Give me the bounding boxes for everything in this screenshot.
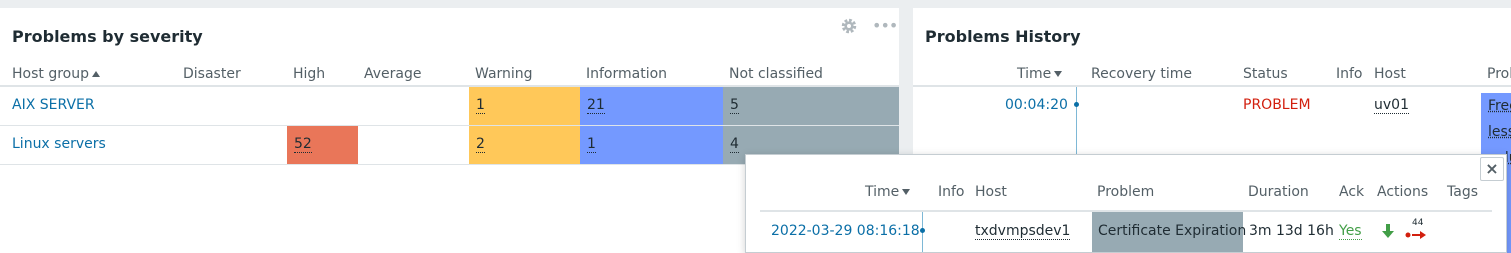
action-arrow-icon	[1405, 231, 1426, 239]
dashboard-top-strip	[0, 0, 1511, 8]
more-dots-icon[interactable]: •••	[872, 16, 898, 35]
high-count-cell[interactable]: 52	[287, 126, 358, 164]
header-information: Information	[586, 66, 668, 82]
information-count-cell[interactable]: 1	[580, 126, 723, 164]
header-high: High	[293, 66, 326, 82]
status-badge: PROBLEM	[1243, 97, 1311, 113]
actions-icon[interactable]: 44	[1405, 219, 1431, 245]
popup-problem-cell[interactable]: Certificate Expiration	[1092, 212, 1247, 252]
popup-header-problem: Problem	[1097, 184, 1155, 200]
popup-problem-text: Certificate Expiration	[1098, 223, 1247, 239]
problem-text: less	[1488, 124, 1511, 140]
arrow-down-icon[interactable]	[1382, 224, 1394, 238]
popup-timeline-dot	[920, 228, 925, 233]
popup-time-link[interactable]: 2022-03-29 08:16:18	[771, 223, 920, 239]
host-group-link-linux[interactable]: Linux servers	[12, 136, 106, 152]
header-problem: Prol	[1487, 66, 1511, 82]
widget-title: Problems by severity	[12, 27, 203, 46]
popup-header-actions: Actions	[1377, 184, 1429, 200]
problem-time-link[interactable]: 00:04:20	[1005, 97, 1068, 113]
popup-host-link[interactable]: txdvmpsdev1	[975, 223, 1071, 240]
warning-count-cell[interactable]: 2	[469, 126, 580, 164]
popup-header-host: Host	[975, 184, 1007, 200]
popup-header-time[interactable]: Time	[865, 184, 911, 200]
widget-title: Problems History	[925, 27, 1081, 46]
header-host: Host	[1374, 66, 1406, 82]
header-status: Status	[1243, 66, 1288, 82]
sort-desc-icon	[1054, 71, 1063, 77]
popup-ack-link[interactable]: Yes	[1339, 223, 1362, 240]
gear-icon[interactable]	[840, 17, 858, 35]
sort-desc-icon	[902, 189, 911, 195]
host-link[interactable]: uv01	[1374, 97, 1409, 114]
problem-details-popup: × Time Info Host Problem Duration Ack Ac…	[745, 154, 1507, 253]
popup-header-tags: Tags	[1447, 184, 1478, 200]
not-classified-count-cell[interactable]: 5	[723, 87, 899, 125]
actions-count: 44	[1412, 218, 1424, 228]
header-time[interactable]: Time	[1017, 66, 1063, 82]
timeline-dot	[1074, 102, 1079, 107]
header-average: Average	[364, 66, 422, 82]
sort-asc-icon	[92, 71, 100, 77]
popup-duration: 3m 13d 16h	[1249, 223, 1334, 239]
popup-header-ack: Ack	[1339, 184, 1365, 200]
header-warning: Warning	[475, 66, 533, 82]
popup-header-info: Info	[938, 184, 965, 200]
header-divider	[913, 85, 1511, 87]
header-info: Info	[1336, 66, 1363, 82]
close-icon[interactable]: ×	[1480, 157, 1504, 181]
warning-count-cell[interactable]: 1	[469, 87, 580, 125]
host-group-link-aix[interactable]: AIX SERVER	[12, 97, 95, 113]
header-not-classified: Not classified	[729, 66, 823, 82]
popup-header-duration: Duration	[1248, 184, 1309, 200]
problem-text: Free	[1488, 98, 1511, 114]
header-recovery-time: Recovery time	[1091, 66, 1192, 82]
header-disaster: Disaster	[183, 66, 241, 82]
information-count-cell[interactable]: 21	[580, 87, 723, 125]
header-host-group[interactable]: Host group	[12, 66, 100, 82]
